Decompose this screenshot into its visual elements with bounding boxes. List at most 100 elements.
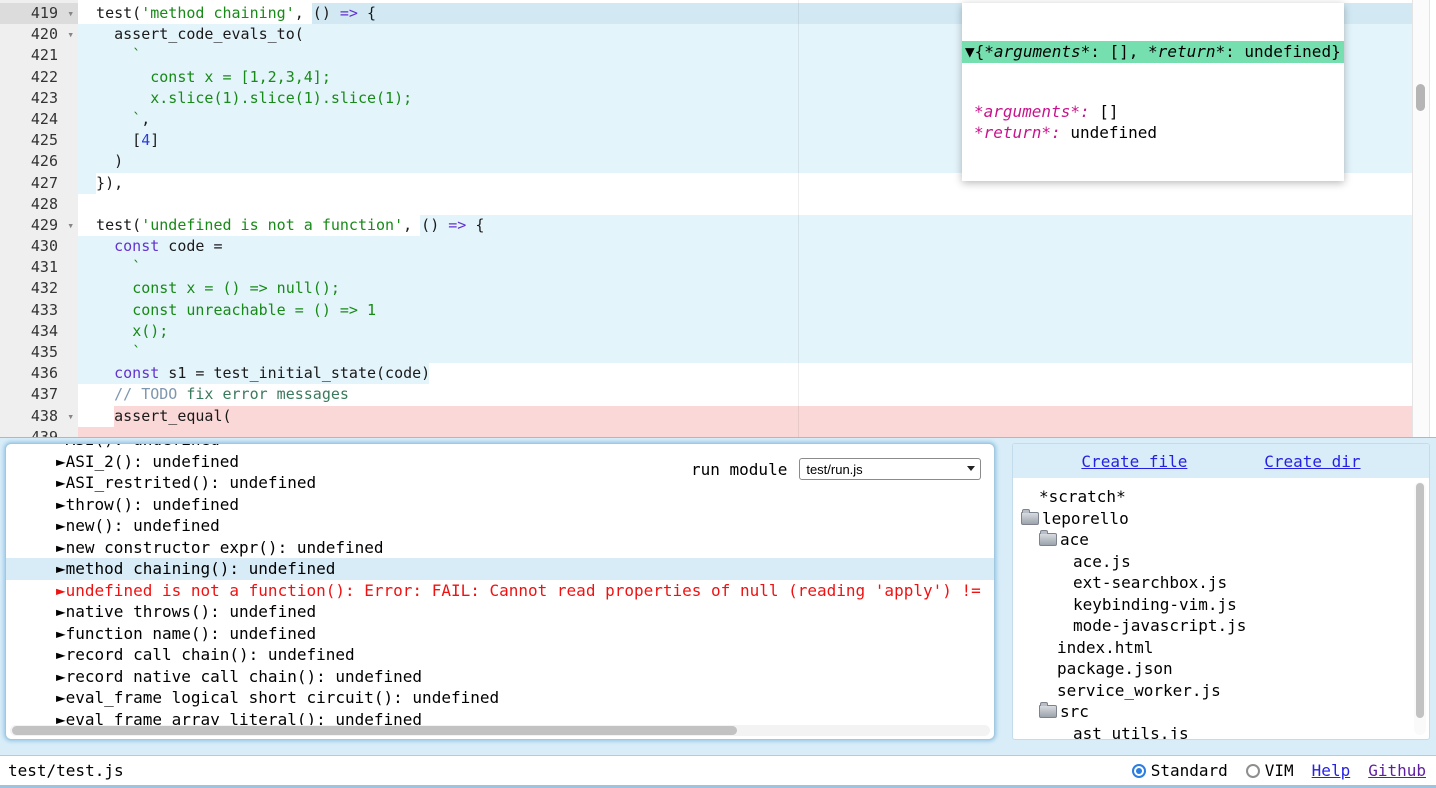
expand-arrow-icon[interactable]: ► xyxy=(56,538,66,557)
expand-arrow-icon[interactable]: ► xyxy=(56,452,66,471)
keybinding-vim-option[interactable]: VIM xyxy=(1246,761,1294,780)
editor-scrollbar-thumb[interactable] xyxy=(1416,84,1425,111)
test-result-row[interactable]: ►new(): undefined xyxy=(6,515,994,537)
files-vertical-scrollbar[interactable] xyxy=(1414,482,1426,735)
expand-arrow-icon[interactable]: ► xyxy=(56,581,66,600)
file-tree-item[interactable]: ext-searchbox.js xyxy=(1013,572,1429,594)
test-result-row[interactable]: ►record native call chain(): undefined xyxy=(6,666,994,688)
code-line-432[interactable]: const x = () => null(); xyxy=(78,278,1413,299)
editor-vertical-scrollbar[interactable] xyxy=(1412,0,1430,437)
fold-arrow-icon[interactable]: ▾ xyxy=(67,3,74,24)
inspector-row[interactable]: *return*: undefined xyxy=(962,122,1344,143)
code-line-433[interactable]: const unreachable = () => 1 xyxy=(78,300,1413,321)
gutter-line-429: 429▾ xyxy=(0,215,78,236)
line-number: 423 xyxy=(31,89,58,107)
code-token: x.slice(1).slice(1).slice(1); xyxy=(150,89,412,107)
test-results-panel[interactable]: ►ASI(): undefined►ASI_2(): undefined►ASI… xyxy=(5,443,995,740)
test-result-row[interactable]: ►native throws(): undefined xyxy=(6,601,994,623)
expand-arrow-icon[interactable]: ► xyxy=(56,473,66,492)
code-token: assert_equal( xyxy=(78,407,232,425)
test-result-label: ASI_restrited(): undefined xyxy=(66,473,316,492)
file-tree-folder[interactable]: ace xyxy=(1013,529,1429,551)
test-result-row[interactable]: ►record call chain(): undefined xyxy=(6,644,994,666)
line-number: 424 xyxy=(31,110,58,128)
file-tree-item[interactable]: package.json xyxy=(1013,658,1429,680)
line-number: 422 xyxy=(31,68,58,86)
code-line-430[interactable]: const code = xyxy=(78,236,1413,257)
fold-arrow-icon[interactable]: ▾ xyxy=(67,215,74,236)
code-token: , xyxy=(141,110,150,128)
code-line-437[interactable]: // TODO fix error messages xyxy=(78,384,1413,405)
file-tree-folder[interactable]: leporello xyxy=(1013,508,1429,530)
file-tree-item[interactable]: service_worker.js xyxy=(1013,680,1429,702)
gutter-line-423: 423 xyxy=(0,88,78,109)
expand-arrow-icon[interactable]: ► xyxy=(56,602,66,621)
code-editor[interactable]: 419▾420▾421422423424425426427428429▾4304… xyxy=(0,0,1436,438)
expand-arrow-icon[interactable]: ► xyxy=(56,516,66,535)
code-line-436[interactable]: const s1 = test_initial_state(code) xyxy=(78,363,1413,384)
inspector-row[interactable]: *arguments*: [] xyxy=(962,101,1344,122)
code-line-429[interactable]: test('undefined is not a function', () =… xyxy=(78,215,1413,236)
expand-arrow-icon[interactable]: ► xyxy=(56,624,66,643)
gutter-line-421: 421 xyxy=(0,45,78,66)
results-horizontal-scrollbar[interactable] xyxy=(10,725,990,736)
github-link[interactable]: Github xyxy=(1368,761,1426,780)
expand-arrow-icon[interactable]: ► xyxy=(56,688,66,707)
inspector-header-segment: : undefined} xyxy=(1225,42,1341,61)
code-token xyxy=(78,322,132,340)
code-token: => xyxy=(340,4,358,22)
radio-unselected-icon[interactable] xyxy=(1246,764,1260,778)
expand-arrow-icon[interactable]: ► xyxy=(56,495,66,514)
file-tree-item[interactable]: index.html xyxy=(1013,637,1429,659)
file-tree-item[interactable]: mode-javascript.js xyxy=(1013,615,1429,637)
gutter-line-438: 438▾ xyxy=(0,406,78,427)
file-tree-item[interactable]: *scratch* xyxy=(1013,486,1429,508)
test-result-row[interactable]: ►ASI(): undefined xyxy=(6,443,994,451)
code-token: { xyxy=(466,216,484,234)
code-line-439[interactable] xyxy=(78,427,1413,438)
line-number: 431 xyxy=(31,258,58,276)
expand-arrow-icon[interactable]: ► xyxy=(56,667,66,686)
test-result-row[interactable]: ►throw(): undefined xyxy=(6,494,994,516)
results-scrollbar-thumb[interactable] xyxy=(12,726,737,735)
file-tree-item[interactable]: ast_utils.js xyxy=(1013,723,1429,741)
code-line-435[interactable]: ` xyxy=(78,342,1413,363)
keybinding-standard-option[interactable]: Standard xyxy=(1132,761,1228,780)
eval-highlight-band xyxy=(78,321,1413,342)
fold-arrow-icon[interactable]: ▾ xyxy=(67,24,74,45)
test-result-row[interactable]: ►eval_frame logical short circuit(): und… xyxy=(6,687,994,709)
help-link[interactable]: Help xyxy=(1312,761,1351,780)
expand-arrow-icon[interactable]: ► xyxy=(56,559,66,578)
run-module-select[interactable]: test/run.js xyxy=(799,458,981,480)
expand-arrow-icon[interactable]: ► xyxy=(56,443,66,449)
create-dir-button[interactable]: Create dir xyxy=(1264,452,1360,471)
eval-highlight-band xyxy=(78,427,1413,438)
test-result-row[interactable]: ►undefined is not a function(): Error: F… xyxy=(6,580,994,602)
test-result-row[interactable]: ►method chaining(): undefined xyxy=(6,558,994,580)
create-file-button[interactable]: Create file xyxy=(1081,452,1187,471)
inspector-header-segment: { xyxy=(975,42,985,61)
test-result-row[interactable]: ►function name(): undefined xyxy=(6,623,994,645)
test-result-row[interactable]: ►new constructor expr(): undefined xyxy=(6,537,994,559)
file-name: *scratch* xyxy=(1039,486,1126,508)
code-line-438[interactable]: assert_equal( xyxy=(78,406,1413,427)
fold-arrow-icon[interactable]: ▾ xyxy=(67,406,74,427)
code-token: 4 xyxy=(141,131,150,149)
files-scrollbar-thumb[interactable] xyxy=(1416,483,1424,718)
file-tree-item[interactable]: keybinding-vim.js xyxy=(1013,594,1429,616)
inspector-header[interactable]: ▼{*arguments*: [], *return*: undefined} xyxy=(962,41,1344,63)
eval-highlight-band xyxy=(114,406,1413,427)
collapse-triangle-icon[interactable]: ▼ xyxy=(965,42,975,61)
inspector-key: *arguments*: xyxy=(974,102,1090,121)
code-line-428[interactable] xyxy=(78,194,1413,215)
expand-arrow-icon[interactable]: ► xyxy=(56,645,66,664)
gutter-line-430: 430 xyxy=(0,236,78,257)
file-tree-item[interactable]: ace.js xyxy=(1013,551,1429,573)
code-token: , () xyxy=(295,4,340,22)
eval-highlight-band xyxy=(78,342,1413,363)
line-number: 432 xyxy=(31,279,58,297)
radio-selected-icon[interactable] xyxy=(1132,764,1146,778)
file-tree-folder[interactable]: src xyxy=(1013,701,1429,723)
code-line-434[interactable]: x(); xyxy=(78,321,1413,342)
code-line-431[interactable]: ` xyxy=(78,257,1413,278)
